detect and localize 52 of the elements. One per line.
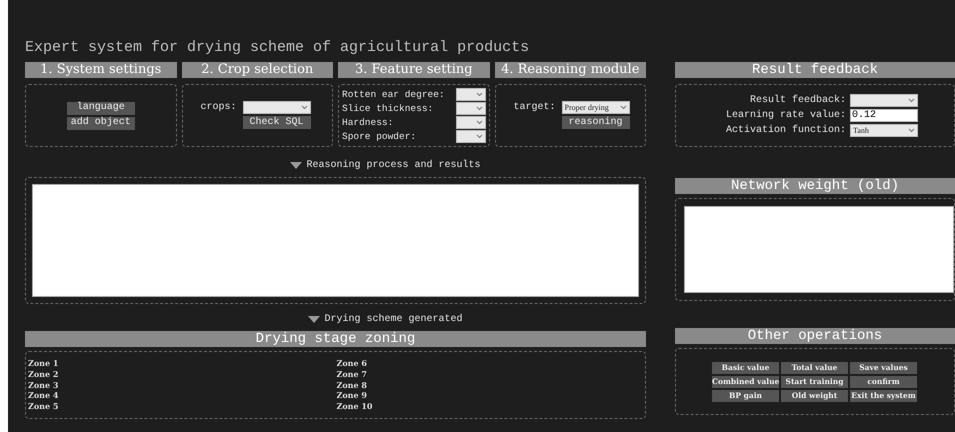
field-label: Learning rate value: [724,110,846,122]
dropdown[interactable] [456,102,486,115]
chevron-icon [476,134,482,139]
section-header: 3. Feature setting [338,62,490,78]
field-label: Slice thickness: [342,102,434,114]
chevron-icon [908,98,915,103]
section-header: 4. Reasoning module [494,62,646,78]
toggle-label[interactable]: Drying scheme generated [324,312,463,326]
zone-label: Zone 3 [28,380,58,390]
zone-label: Zone 1 [28,358,58,369]
field-label: target: [514,101,556,114]
dropdown[interactable]: Tanh [850,124,918,137]
zone-label: Zone 4 [28,390,58,402]
toggle-label[interactable]: Reasoning process and results [306,158,481,172]
dropdown[interactable] [456,116,486,129]
field-label: Hardness: [342,116,394,128]
section-header: Network weight (old) [675,178,955,194]
zone-label: Zone 2 [28,368,58,380]
app-title: Expert system for drying scheme of agricultural products [25,38,530,58]
zone-label: Zone 5 [28,401,58,412]
input-field[interactable]: 0.12 [850,109,918,122]
zone-label: Zone 6 [336,358,367,369]
zone-label: Zone 10 [336,401,372,412]
section-header: 2. Crop selection [182,62,333,78]
triangle-icon[interactable] [290,162,302,168]
section-header: Other operations [675,328,955,344]
field-label: Activation function: [724,124,846,136]
zone-label: Zone 7 [336,368,367,380]
zone-label: Zone 8 [336,380,367,390]
section-header: 1. System settings [25,62,176,78]
chevron-icon [476,92,482,97]
weight-text-area[interactable] [684,206,954,293]
field-label: Result feedback: [748,94,846,106]
chevron-icon [620,105,627,110]
chevron-icon [300,105,308,110]
field-label: crops: [200,101,237,114]
button[interactable]: language [66,102,135,114]
field-label: Rotten ear degree: [342,88,445,100]
section-header: Drying stage zoning [25,331,646,347]
dropdown[interactable] [456,130,486,143]
dropdown[interactable]: Proper drying [562,101,630,114]
chevron-icon [476,106,482,111]
button[interactable]: add object [66,116,135,130]
dropdown[interactable] [456,88,486,101]
button[interactable]: Check SQL [242,116,311,129]
field-label: Spore powder: [342,130,416,142]
section-header: Result feedback [675,62,955,78]
triangle-icon[interactable] [308,316,320,322]
button[interactable]: reasoning [562,116,630,129]
chevron-icon [908,128,915,133]
zone-label: Zone 9 [336,390,367,402]
chevron-icon [476,120,482,125]
